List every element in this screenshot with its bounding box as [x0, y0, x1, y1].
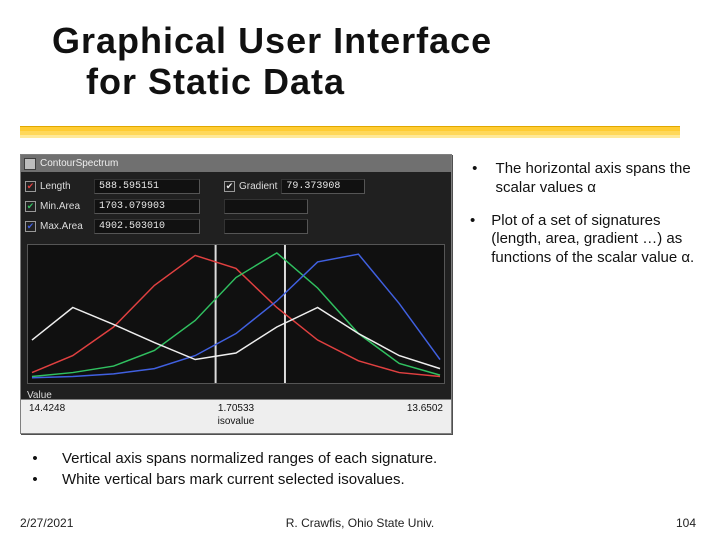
bullet-dot-icon: •: [470, 160, 480, 198]
lower-bullet-2-text: White vertical bars mark current selecte…: [62, 471, 405, 488]
xtick-1: 1.70533: [218, 403, 254, 414]
param-label-minarea: Min.Area: [40, 201, 90, 212]
footer-page: 104: [676, 516, 696, 530]
lower-bullet-1-text: Vertical axis spans normalized ranges of…: [62, 450, 437, 467]
checkbox-length[interactable]: [25, 181, 36, 192]
checkbox-maxarea[interactable]: [25, 221, 36, 232]
param-label-length: Length: [40, 181, 90, 192]
right-bullet-1: • The horizontal axis spans the scalar v…: [470, 160, 700, 198]
parameter-panel: Length 588.595151 Gradient 79.373908 Min…: [25, 176, 447, 240]
plot-x-axis: 14.4248 1.70533 13.6502 isovalue: [21, 399, 451, 433]
param-value-empty-1[interactable]: [224, 199, 308, 214]
xtick-2: 13.6502: [407, 403, 443, 414]
window-system-icon[interactable]: [24, 158, 36, 170]
title-underline: [20, 126, 680, 138]
xtick-0: 14.4248: [29, 403, 65, 414]
bullet-dot-icon: •: [470, 212, 475, 268]
param-value-length[interactable]: 588.595151: [94, 179, 200, 194]
lower-bullet-list: • Vertical axis spans normalized ranges …: [28, 450, 688, 492]
right-bullet-list: • The horizontal axis spans the scalar v…: [470, 160, 700, 282]
signature-plot[interactable]: [27, 244, 445, 384]
lower-bullet-2: • White vertical bars mark current selec…: [28, 471, 688, 488]
right-bullet-1-text: The horizontal axis spans the scalar val…: [496, 160, 700, 198]
param-value-minarea[interactable]: 1703.079903: [94, 199, 200, 214]
plot-x-label: isovalue: [21, 416, 451, 427]
window-title: ContourSpectrum: [40, 158, 118, 169]
checkbox-gradient[interactable]: [224, 181, 235, 192]
param-label-gradient: Gradient: [239, 181, 277, 192]
slide-title-line2: for Static Data: [52, 61, 672, 102]
param-row-length: Length 588.595151 Gradient 79.373908: [25, 176, 447, 196]
slide-title-line1: Graphical User Interface: [52, 20, 492, 61]
right-bullet-2-text: Plot of a set of signatures (length, are…: [491, 212, 700, 268]
param-row-maxarea: Max.Area 4902.503010: [25, 216, 447, 236]
param-row-minarea: Min.Area 1703.079903: [25, 196, 447, 216]
param-value-empty-2[interactable]: [224, 219, 308, 234]
bullet-dot-icon: •: [28, 471, 42, 488]
footer-author: R. Crawfis, Ohio State Univ.: [0, 516, 720, 530]
param-value-maxarea[interactable]: 4902.503010: [94, 219, 200, 234]
plot-canvas: [28, 245, 444, 383]
right-bullet-2: • Plot of a set of signatures (length, a…: [470, 212, 700, 268]
lower-bullet-1: • Vertical axis spans normalized ranges …: [28, 450, 688, 467]
param-label-maxarea: Max.Area: [40, 221, 90, 232]
checkbox-minarea[interactable]: [25, 201, 36, 212]
slide-title: Graphical User Interface for Static Data: [52, 20, 672, 103]
param-value-gradient[interactable]: 79.373908: [281, 179, 365, 194]
bullet-dot-icon: •: [28, 450, 42, 467]
contour-spectrum-window: ContourSpectrum Length 588.595151 Gradie…: [20, 154, 452, 434]
window-titlebar[interactable]: ContourSpectrum: [21, 155, 451, 172]
